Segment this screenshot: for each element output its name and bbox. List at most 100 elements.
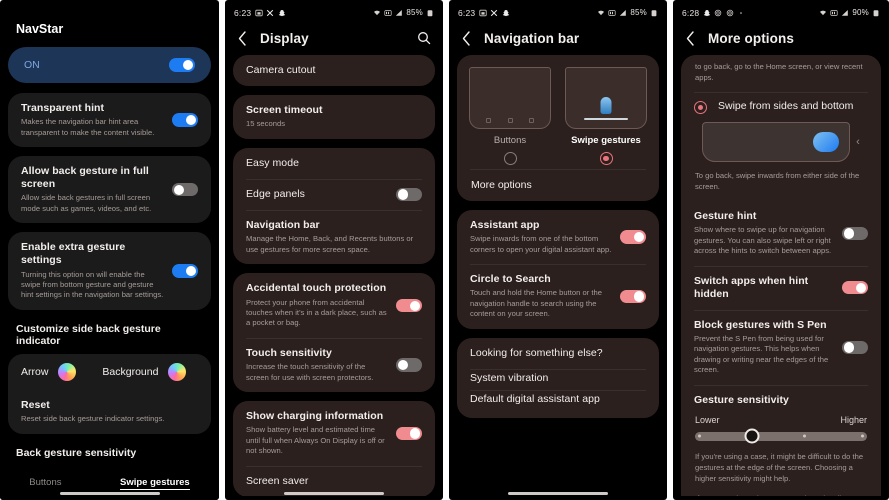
block-s-pen-toggle[interactable] [842, 340, 868, 355]
status-clock: 6:23 [234, 7, 252, 18]
status-battery-percent: 85% [630, 8, 647, 17]
row-screen-timeout[interactable]: Screen timeout 15 seconds [233, 95, 435, 139]
tab-swipe-gestures[interactable]: Swipe gestures [120, 477, 190, 490]
transparent-hint-toggle[interactable] [172, 113, 198, 127]
setting-subtitle: Allow side back gestures in full screen … [21, 193, 152, 213]
setting-title: Allow back gesture in full screen [21, 165, 149, 191]
search-icon[interactable] [417, 31, 431, 45]
setting-row-extra-gesture[interactable]: Enable extra gesture settings Turning th… [8, 232, 211, 310]
back-gesture-fullscreen-toggle[interactable] [172, 182, 198, 197]
nav-option-label: Buttons [493, 135, 527, 146]
gesture-sensitivity-slider[interactable]: Lower Higher [681, 409, 881, 445]
master-toggle-banner[interactable]: ON [8, 47, 211, 83]
nav-option-buttons[interactable]: Buttons [469, 67, 551, 165]
display-card-group3: Easy mode Edge panels Navigation bar Man… [233, 147, 435, 265]
row-gesture-hint[interactable]: Gesture hint Show where to swipe up for … [681, 201, 881, 266]
home-indicator[interactable] [508, 492, 608, 495]
row-edge-panels[interactable]: Edge panels [233, 178, 435, 211]
row-switch-apps-when-hint-hidden[interactable]: Switch apps when hint hidden [681, 265, 881, 310]
back-arrow-icon[interactable] [237, 30, 248, 46]
row-camera-cutout[interactable]: Camera cutout [233, 55, 435, 86]
setting-card-back-gesture-fullscreen: Allow back gesture in full screen Allow … [8, 156, 211, 224]
setting-title: Transparent hint [21, 102, 105, 114]
phone-panel-navigation-bar: 6:23 85% Navigation bar Buttons Swipe ge… [449, 0, 667, 500]
back-arrow-icon[interactable] [685, 30, 696, 46]
color-picker-row: Arrow Background [8, 354, 211, 390]
row-title: Assistant app [470, 219, 540, 231]
radio-buttons[interactable] [503, 152, 517, 165]
snapchat-icon [502, 9, 510, 17]
color-wheel-icon[interactable] [58, 362, 77, 381]
row-easy-mode[interactable]: Easy mode [233, 148, 435, 179]
row-circle-to-search[interactable]: Circle to Search Touch and hold the Home… [457, 264, 659, 329]
row-accidental-touch-protection[interactable]: Accidental touch protection Protect your… [233, 273, 435, 338]
row-show-charging-information[interactable]: Show charging information Show battery l… [233, 401, 435, 466]
app-title: NavStar [16, 22, 64, 36]
option-swipe-from-sides-and-bottom[interactable]: Swipe from sides and bottom [681, 92, 881, 118]
radio-swipe-gestures[interactable] [599, 152, 613, 165]
row-navigation-bar[interactable]: Navigation bar Manage the Home, Back, an… [233, 210, 435, 264]
master-toggle-switch[interactable] [169, 58, 195, 72]
status-bar-right: 85% [373, 8, 434, 17]
setting-row-transparent-hint[interactable]: Transparent hint Makes the navigation ba… [8, 93, 211, 147]
screen-display: 6:23 85% Display Camera cutout Screen ti… [225, 4, 443, 496]
touch-sensitivity-toggle[interactable] [396, 358, 422, 372]
status-bar-right: 85% [597, 8, 658, 17]
screen-navstar: NavStar ON Transparent hint Makes the na… [0, 4, 219, 496]
slider-thumb[interactable] [744, 428, 760, 444]
row-block-gestures-s-pen[interactable]: Block gestures with S Pen Prevent the S … [681, 309, 881, 385]
more-options-link[interactable]: More options [457, 169, 659, 201]
back-arrow-icon[interactable] [461, 30, 472, 46]
slider-track[interactable] [695, 428, 867, 444]
radio-swipe-sides-bottom[interactable] [694, 101, 707, 114]
switch-apps-toggle[interactable] [842, 280, 868, 295]
looking-link-default-assistant[interactable]: Default digital assistant app [457, 389, 659, 418]
gesture-hint-toggle[interactable] [842, 226, 868, 241]
background-color-picker[interactable]: Background [102, 362, 198, 381]
chevron-left-icon[interactable]: ‹ [856, 136, 860, 148]
row-title: Circle to Search [470, 273, 551, 286]
save-icon [255, 9, 263, 17]
edge-panels-toggle[interactable] [396, 187, 422, 202]
row-title: Switch apps when hint hidden [694, 274, 809, 300]
page-title: More options [708, 30, 794, 46]
signal-icon [384, 9, 392, 17]
page-header: Display [225, 21, 443, 55]
wifi-icon [819, 9, 827, 17]
nav-option-swipe-gestures[interactable]: Swipe gestures [565, 67, 647, 165]
circle-to-search-toggle[interactable] [620, 289, 646, 304]
color-wheel-icon[interactable] [168, 362, 187, 381]
looking-title: Looking for something else? [470, 346, 603, 359]
row-title: Show charging information [246, 410, 384, 422]
row-subtitle: 15 seconds [246, 119, 286, 129]
row-title: Screen timeout [246, 104, 323, 117]
setting-row-back-gesture-fullscreen[interactable]: Allow back gesture in full screen Allow … [8, 156, 211, 223]
row-touch-sensitivity[interactable]: Touch sensitivity Increase the touch sen… [233, 337, 435, 392]
navigation-type-picker: Buttons Swipe gestures [457, 55, 659, 169]
home-indicator[interactable] [284, 492, 384, 495]
row-title: Touch sensitivity [246, 346, 332, 359]
looking-link-system-vibration[interactable]: System vibration [457, 368, 659, 390]
tab-buttons[interactable]: Buttons [29, 477, 61, 490]
battery-icon [872, 9, 880, 17]
row-assistant-app[interactable]: Assistant app Swipe inwards from one of … [457, 210, 659, 264]
reset-row[interactable]: Reset Reset side back gesture indicator … [8, 390, 211, 434]
row-subtitle: Increase the touch sensitivity of the sc… [246, 362, 374, 382]
sensitivity-note-2: If you sometimes do gestures unintention… [681, 493, 881, 496]
show-charging-toggle[interactable] [396, 426, 422, 441]
gesture-settings-card: Assistant app Swipe inwards from one of … [457, 210, 659, 329]
nav-option-label: Swipe gestures [571, 135, 641, 146]
arrow-color-picker[interactable]: Arrow [21, 362, 102, 381]
cellular-icon [619, 9, 627, 17]
home-indicator[interactable] [59, 492, 160, 495]
row-title: Block gestures with S Pen [694, 318, 827, 331]
buttons-preview-thumbnail [469, 67, 551, 129]
save-icon [479, 9, 487, 17]
preview-illustration [702, 122, 851, 162]
assistant-app-toggle[interactable] [620, 230, 646, 244]
status-bar-left: 6:23 [234, 8, 286, 18]
extra-gesture-toggle[interactable] [172, 264, 198, 278]
accidental-touch-toggle[interactable] [396, 298, 422, 313]
row-title: Accidental touch protection [246, 282, 387, 295]
row-subtitle: Show where to swipe up for navigation ge… [694, 225, 832, 256]
